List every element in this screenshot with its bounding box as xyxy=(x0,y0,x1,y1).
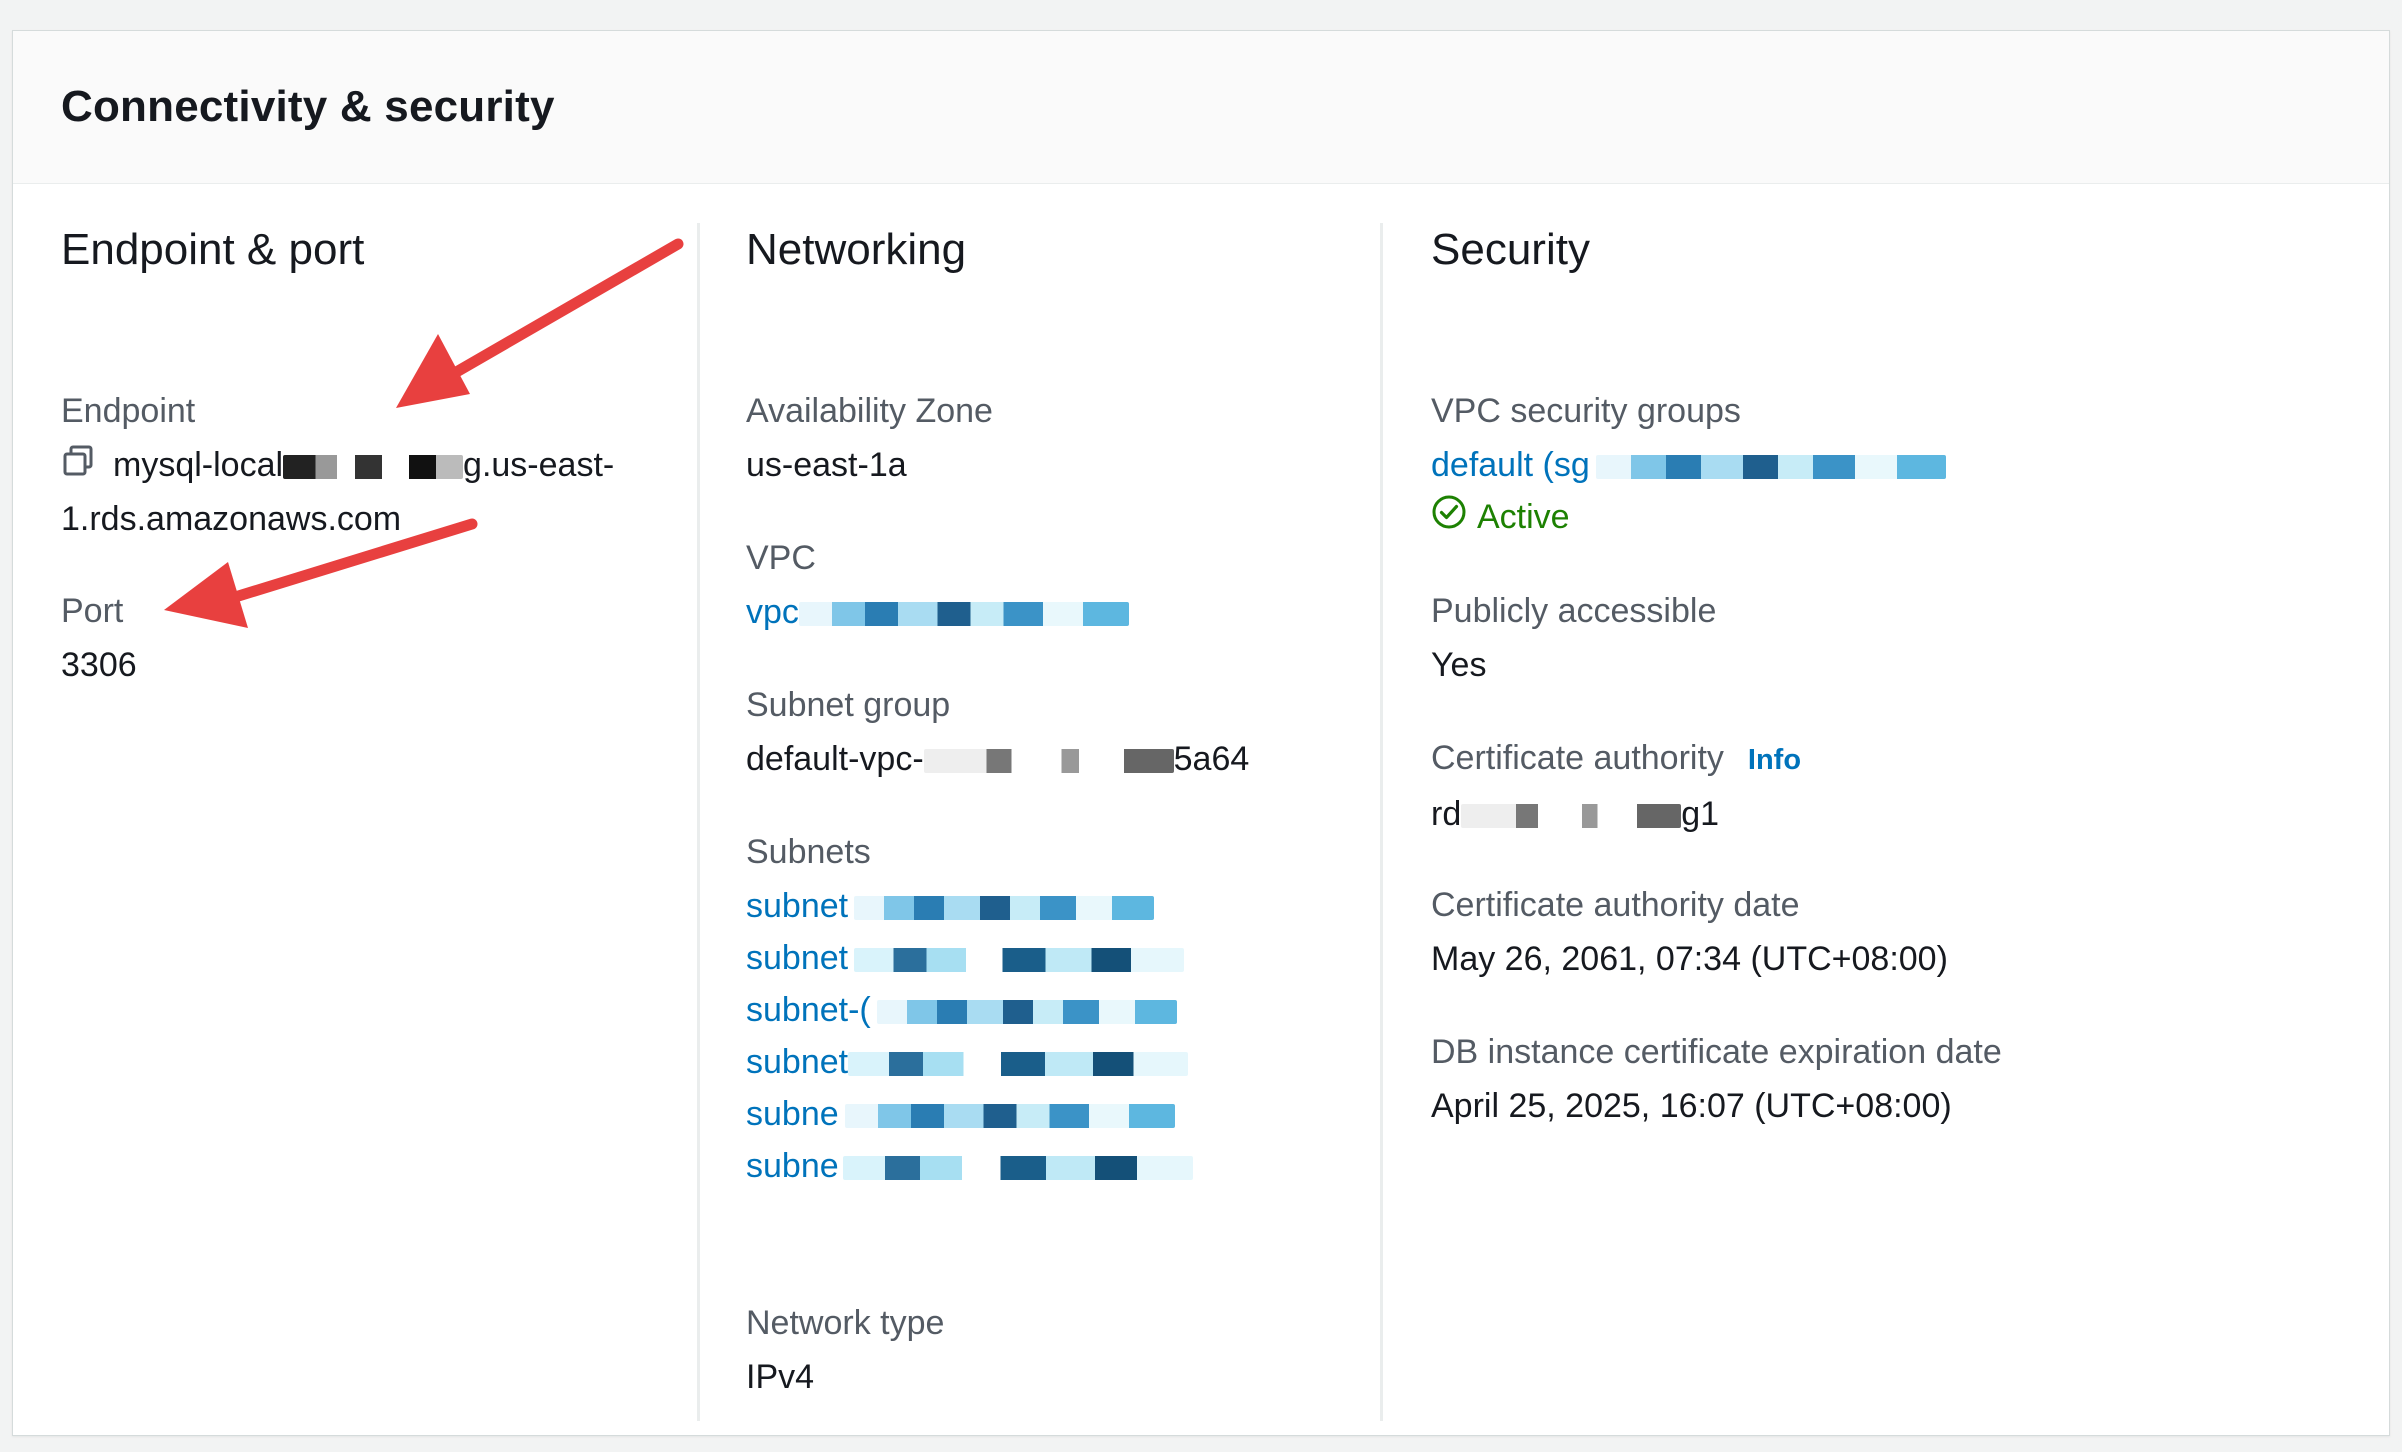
network-type-value: IPv4 xyxy=(746,1358,815,1396)
availability-zone-field: Availability Zone us-east-1a xyxy=(746,389,993,491)
vpc-sg-value: default (sg xyxy=(1431,439,1946,491)
public-label: Publicly accessible xyxy=(1431,592,1717,630)
endpoint-label: Endpoint xyxy=(61,392,196,430)
db-cert-exp-label: DB instance certificate expiration date xyxy=(1431,1033,2002,1071)
column-divider xyxy=(697,223,700,1421)
column-divider xyxy=(1380,223,1383,1421)
subnet-group-prefix: default-vpc- xyxy=(746,740,924,778)
port-value: 3306 xyxy=(61,646,137,684)
info-link[interactable]: Info xyxy=(1748,744,1801,776)
ca-label-row: Certificate authority Info xyxy=(1431,736,1801,782)
networking-column: Networking Availability Zone us-east-1a … xyxy=(746,221,1386,1396)
db-cert-expiration-field: DB instance certificate expiration date … xyxy=(1431,1030,2002,1132)
subnet-link[interactable]: subnet-( xyxy=(746,984,1193,1036)
az-value: us-east-1a xyxy=(746,446,907,484)
ca-date-field: Certificate authority date May 26, 2061,… xyxy=(1431,883,1948,985)
network-type-field: Network type IPv4 xyxy=(746,1301,944,1403)
security-column: Security VPC security groups default (sg… xyxy=(1431,221,2331,1125)
vpc-link[interactable]: vpc xyxy=(746,593,799,631)
panel-title: Connectivity & security xyxy=(61,82,555,131)
ca-suffix: g1 xyxy=(1681,795,1720,833)
networking-heading: Networking xyxy=(746,225,967,274)
az-label: Availability Zone xyxy=(746,392,993,430)
connectivity-security-panel: Connectivity & security Endpoint & port … xyxy=(12,30,2390,1436)
redacted-subnet-group xyxy=(923,749,1174,774)
endpoint-value-line2: 1.rds.amazonaws.com xyxy=(61,500,402,539)
endpoint-suffix: g.us-east- xyxy=(463,446,615,484)
subnet-link[interactable]: subnet xyxy=(746,932,1193,984)
security-heading: Security xyxy=(1431,225,1590,274)
port-field: Port 3306 xyxy=(61,589,137,691)
ca-label: Certificate authority xyxy=(1431,739,1724,777)
endpoint-prefix: mysql-local xyxy=(113,446,284,484)
ca-date-value: May 26, 2061, 07:34 (UTC+08:00) xyxy=(1431,940,1948,978)
subnets-label: Subnets xyxy=(746,833,871,871)
db-cert-exp-value: April 25, 2025, 16:07 (UTC+08:00) xyxy=(1431,1087,1952,1125)
port-label: Port xyxy=(61,592,124,630)
endpoint-port-heading: Endpoint & port xyxy=(61,225,365,274)
vpc-label: VPC xyxy=(746,539,816,577)
publicly-accessible-field: Publicly accessible Yes xyxy=(1431,589,1716,691)
redacted-vpc-id xyxy=(798,602,1129,627)
redacted-endpoint xyxy=(283,455,464,480)
certificate-authority-field: Certificate authority Info rd g1 xyxy=(1431,736,1801,840)
redacted-ca xyxy=(1461,804,1682,829)
subnet-link[interactable]: subnet xyxy=(746,1036,1193,1088)
check-circle-icon xyxy=(1431,493,1467,545)
vpc-field: VPC vpc xyxy=(746,536,1129,638)
subnet-group-field: Subnet group default-vpc- 5a64 xyxy=(746,683,1249,785)
vpc-value: vpc xyxy=(746,586,1129,638)
vpc-sg-label: VPC security groups xyxy=(1431,392,1741,430)
endpoint-field: Endpoint mysql-local g.us-east- 1.rds.ama… xyxy=(61,389,614,545)
subnets-list: subnet subnet subnet-( subnet subne subn… xyxy=(746,880,1193,1192)
endpoint-port-column: Endpoint & port Endpoint mysql-local g.us… xyxy=(61,221,701,684)
subnet-link[interactable]: subnet xyxy=(746,880,1193,932)
security-group-link[interactable]: default (sg xyxy=(1431,446,1590,484)
sg-status: Active xyxy=(1431,491,1946,545)
subnets-field: Subnets subnet subnet subnet-( subnet su… xyxy=(746,830,1193,1192)
panel-header: Connectivity & security xyxy=(13,31,2389,184)
sg-status-text: Active xyxy=(1477,498,1570,536)
redacted-sg-id xyxy=(1595,455,1946,480)
copy-icon[interactable] xyxy=(61,441,95,493)
ca-date-label: Certificate authority date xyxy=(1431,886,1800,924)
subnet-group-value: default-vpc- 5a64 xyxy=(746,733,1249,785)
subnet-link[interactable]: subne xyxy=(746,1088,1193,1140)
subnet-group-suffix: 5a64 xyxy=(1173,740,1250,778)
subnet-group-label: Subnet group xyxy=(746,686,951,724)
vpc-security-groups-field: VPC security groups default (sg Active xyxy=(1431,389,1946,545)
public-value: Yes xyxy=(1431,646,1487,684)
subnet-link[interactable]: subne xyxy=(746,1140,1193,1192)
ca-value: rd g1 xyxy=(1431,788,1801,840)
network-type-label: Network type xyxy=(746,1304,945,1342)
endpoint-value: mysql-local g.us-east- xyxy=(61,439,614,493)
ca-prefix: rd xyxy=(1431,795,1462,833)
